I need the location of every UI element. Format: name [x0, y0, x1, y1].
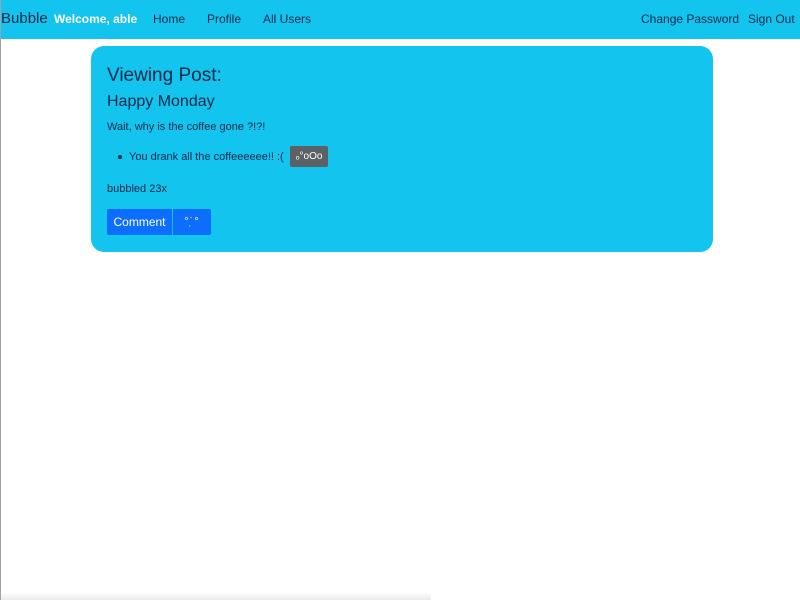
brand-link[interactable]: Bubble [1, 10, 48, 27]
comment-button[interactable]: Comment [107, 209, 172, 235]
post-card: Viewing Post: Happy Monday Wait, why is … [91, 46, 713, 252]
comment-list: You drank all the coffeeeeee!! :( ₒ°oOo [107, 146, 329, 167]
nav-link-home[interactable]: Home [153, 12, 185, 26]
post-body: Wait, why is the coffee gone ?!?! [107, 121, 266, 133]
nav-link-change-password[interactable]: Change Password [641, 12, 739, 26]
welcome-text: Welcome, able [54, 12, 138, 26]
nav-link-sign-out[interactable]: Sign Out [748, 12, 795, 26]
post-title: Happy Monday [107, 93, 215, 110]
comment-bubble-badge[interactable]: ₒ°oOo [289, 146, 329, 167]
comment-text: You drank all the coffeeeeee!! :( [129, 150, 284, 163]
nav-link-profile[interactable]: Profile [207, 12, 241, 26]
post-actions: Comment °˙̣° [107, 209, 211, 235]
browser-viewport: Bubble Welcome, able Home Profile All Us… [0, 0, 800, 600]
comment-item: You drank all the coffeeeeee!! :( ₒ°oOo [107, 146, 329, 167]
bubbled-count: bubbled 23x [107, 183, 167, 195]
nav-link-all-users[interactable]: All Users [263, 12, 311, 26]
navbar: Bubble Welcome, able Home Profile All Us… [1, 0, 800, 39]
bullet-icon [118, 154, 122, 159]
page-heading: Viewing Post: [107, 65, 222, 86]
bottom-shadow [1, 592, 431, 600]
bubble-button[interactable]: °˙̣° [173, 209, 211, 235]
